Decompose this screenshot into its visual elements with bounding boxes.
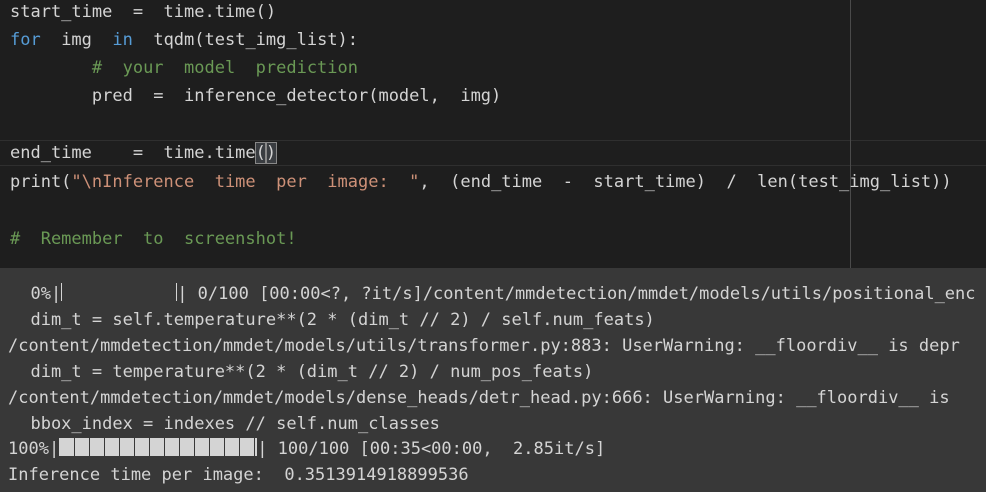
output-line: dim_t = self.temperature**(2 * (dim_t //… [10,310,655,330]
progress-bar-empty [61,283,178,301]
output-line: bbox_index = indexes // self.num_classes [10,414,440,434]
code-line-9[interactable]: # Remember to screenshot! [10,225,297,253]
progress-bar-full [59,438,258,456]
text-cursor [276,143,278,163]
output-line: dim_t = temperature**(2 * (dim_t // 2) /… [10,362,594,382]
code-line-2[interactable]: for img in tqdm(test_img_list): [10,26,358,54]
inference-time-result: Inference time per image: 0.351391491889… [8,465,469,485]
matched-open-paren: ( [254,142,267,164]
string-literal: "\nInference time per image: " [71,172,420,192]
code-editor[interactable]: start_time = time.time() for img in tqdm… [0,0,986,268]
code-comment: # your model prediction [91,58,358,78]
matched-close-paren: ) [264,142,278,164]
code-line-6[interactable]: end_time = time.time() [10,139,278,167]
output-line-progress-end: 100%| | 100/100 [00:35<00:00, 2.85it/s] [8,438,606,459]
code-line-3[interactable]: # your model prediction [10,54,358,82]
output-warning-line: /content/mmdetection/mmdet/models/dense_… [8,388,950,408]
column-ruler [850,0,851,268]
code-line-7[interactable]: print("\nInference time per image: ", (e… [10,168,952,196]
code-comment: # Remember to screenshot! [10,229,297,249]
output-line-progress-start: 0%| | 0/100 [00:00<?, ?it/s]/content/mmde… [10,283,976,304]
code-line-1[interactable]: start_time = time.time() [10,0,276,26]
code-line-4[interactable]: pred = inference_detector(model, img) [10,82,501,110]
cell-output: 0%| | 0/100 [00:00<?, ?it/s]/content/mmde… [0,268,986,492]
output-warning-line: /content/mmdetection/mmdet/models/utils/… [8,336,960,356]
keyword-in: in [112,30,133,50]
keyword-for: for [10,30,41,50]
